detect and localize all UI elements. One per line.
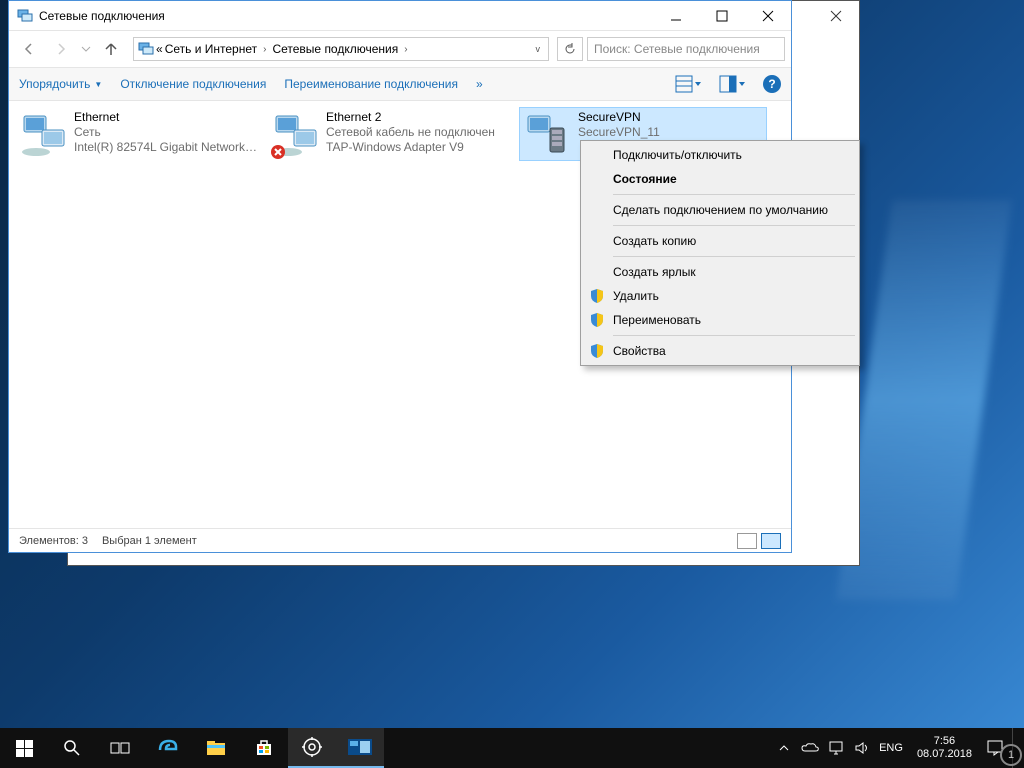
connection-name: SecureVPN <box>578 110 660 125</box>
tray-chevron-up-icon[interactable] <box>775 739 793 757</box>
chevron-right-icon[interactable]: › <box>400 44 411 55</box>
taskbar[interactable]: ENG 7:56 08.07.2018 <box>0 728 1024 768</box>
shield-icon <box>589 343 605 359</box>
context-menu: Подключить/отключить Состояние Сделать п… <box>580 140 860 366</box>
breadcrumb-root[interactable]: « <box>156 42 163 56</box>
menu-set-default[interactable]: Сделать подключением по умолчанию <box>583 198 857 222</box>
tray-clock[interactable]: 7:56 08.07.2018 <box>911 735 978 761</box>
address-bar[interactable]: « Сеть и Интернет › Сетевые подключения … <box>133 37 549 61</box>
network-connections-icon <box>17 8 33 24</box>
tray-volume-icon[interactable] <box>853 739 871 757</box>
connection-name: Ethernet 2 <box>326 110 495 125</box>
connection-item-ethernet[interactable]: Ethernet Сеть Intel(R) 82574L Gigabit Ne… <box>15 107 263 161</box>
recent-dropdown[interactable] <box>79 35 93 63</box>
maximize-button[interactable] <box>699 1 745 30</box>
breadcrumb-part[interactable]: Сеть и Интернет <box>165 42 257 56</box>
store-button[interactable] <box>240 728 288 768</box>
address-dropdown[interactable]: v <box>532 44 545 54</box>
connection-status: SecureVPN_11 <box>578 125 660 140</box>
connection-device: TAP-Windows Adapter V9 <box>326 140 495 155</box>
disable-connection-button[interactable]: Отключение подключения <box>120 77 266 91</box>
window-title: Сетевые подключения <box>39 9 653 23</box>
edge-button[interactable] <box>144 728 192 768</box>
status-bar: Элементов: 3 Выбран 1 элемент <box>9 528 791 552</box>
search-placeholder: Поиск: Сетевые подключения <box>594 42 760 56</box>
more-commands-button[interactable]: » <box>476 77 483 91</box>
overlay-badge-icon: 1 <box>1000 744 1022 766</box>
menu-create-copy[interactable]: Создать копию <box>583 229 857 253</box>
chevron-right-icon[interactable]: › <box>259 44 270 55</box>
rename-connection-button[interactable]: Переименование подключения <box>284 77 458 91</box>
task-view-button[interactable] <box>96 728 144 768</box>
status-elements-count: Элементов: 3 <box>19 535 88 547</box>
taskbar-explorer-running[interactable] <box>336 728 384 768</box>
file-explorer-button[interactable] <box>192 728 240 768</box>
tray-language[interactable]: ENG <box>879 742 903 754</box>
refresh-button[interactable] <box>557 37 583 61</box>
menu-create-shortcut[interactable]: Создать ярлык <box>583 260 857 284</box>
settings-close-button[interactable] <box>813 1 859 31</box>
shield-icon <box>589 288 605 304</box>
menu-delete[interactable]: Удалить <box>583 284 857 308</box>
connection-device: Intel(R) 82574L Gigabit Network C... <box>74 140 258 155</box>
menu-separator <box>613 225 855 226</box>
chevron-down-icon: ▼ <box>94 80 102 89</box>
start-button[interactable] <box>0 728 48 768</box>
error-x-icon <box>270 144 286 160</box>
search-button[interactable] <box>48 728 96 768</box>
back-button[interactable] <box>15 35 43 63</box>
minimize-button[interactable] <box>653 1 699 30</box>
search-input[interactable]: Поиск: Сетевые подключения <box>587 37 785 61</box>
tray-time: 7:56 <box>917 735 972 748</box>
preview-pane-button[interactable] <box>719 75 745 93</box>
view-options-button[interactable] <box>675 75 701 93</box>
menu-status[interactable]: Состояние <box>583 167 857 191</box>
menu-connect-disconnect[interactable]: Подключить/отключить <box>583 143 857 167</box>
view-details-button[interactable] <box>737 533 757 549</box>
menu-rename[interactable]: Переименовать <box>583 308 857 332</box>
navigation-bar: « Сеть и Интернет › Сетевые подключения … <box>9 31 791 67</box>
menu-properties[interactable]: Свойства <box>583 339 857 363</box>
network-connections-icon <box>138 41 154 57</box>
menu-separator <box>613 194 855 195</box>
connection-status: Сеть <box>74 125 258 140</box>
organize-menu[interactable]: Упорядочить ▼ <box>19 77 102 91</box>
shield-icon <box>589 312 605 328</box>
view-large-icons-button[interactable] <box>761 533 781 549</box>
menu-separator <box>613 256 855 257</box>
forward-button[interactable] <box>47 35 75 63</box>
up-button[interactable] <box>97 35 125 63</box>
breadcrumb-part[interactable]: Сетевые подключения <box>272 42 398 56</box>
vpn-adapter-icon <box>524 110 572 158</box>
taskbar-settings-running[interactable] <box>288 728 336 768</box>
connection-name: Ethernet <box>74 110 258 125</box>
connection-status: Сетевой кабель не подключен <box>326 125 495 140</box>
close-button[interactable] <box>745 1 791 30</box>
help-button[interactable]: ? <box>763 75 781 93</box>
tray-date: 08.07.2018 <box>917 748 972 761</box>
titlebar[interactable]: Сетевые подключения <box>9 1 791 31</box>
tray-onedrive-icon[interactable] <box>801 739 819 757</box>
network-adapter-icon <box>20 110 68 158</box>
network-adapter-icon <box>272 110 320 158</box>
tray-network-icon[interactable] <box>827 739 845 757</box>
command-bar: Упорядочить ▼ Отключение подключения Пер… <box>9 67 791 101</box>
status-selected-count: Выбран 1 элемент <box>102 535 197 547</box>
connection-item-ethernet2[interactable]: Ethernet 2 Сетевой кабель не подключен T… <box>267 107 515 161</box>
menu-separator <box>613 335 855 336</box>
